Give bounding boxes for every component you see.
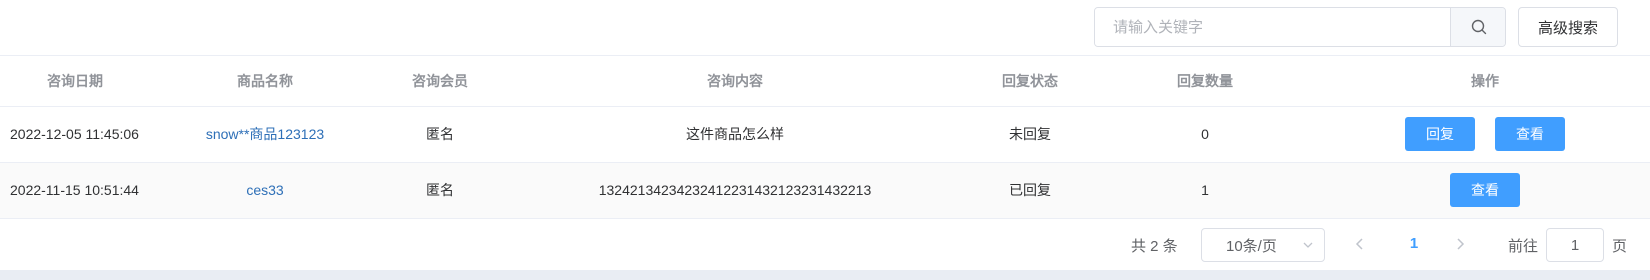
column-header-content: 咨询内容 <box>500 56 970 107</box>
page-number-current[interactable]: 1 <box>1404 235 1424 252</box>
chevron-left-icon[interactable] <box>1354 236 1366 252</box>
table-row: 2022-11-15 10:51:44 ces33 匿名 13242134234… <box>0 162 1650 219</box>
cell-reply-count: 0 <box>1090 106 1320 163</box>
view-button[interactable]: 查看 <box>1494 117 1565 151</box>
column-header-status: 回复状态 <box>970 56 1090 107</box>
cell-product[interactable]: snow**商品123123 <box>150 106 380 163</box>
goto-page-input[interactable] <box>1546 228 1604 262</box>
chevron-right-icon[interactable] <box>1454 236 1466 252</box>
goto-suffix: 页 <box>1612 238 1628 255</box>
column-header-actions: 操作 <box>1320 56 1650 107</box>
product-link[interactable]: snow**商品123123 <box>206 126 324 142</box>
column-header-date: 咨询日期 <box>0 56 150 107</box>
column-header-product: 商品名称 <box>150 56 380 107</box>
cell-product[interactable]: ces33 <box>150 162 380 219</box>
cell-actions: 查看 <box>1320 162 1650 219</box>
pagination: 共 2 条 10条/页 1 前往 页 <box>0 224 1650 266</box>
search-box <box>1094 7 1506 47</box>
search-icon <box>1471 19 1487 35</box>
page-size-select[interactable]: 10条/页 <box>1201 228 1325 262</box>
page-size-value: 10条/页 <box>1226 237 1277 255</box>
product-link[interactable]: ces33 <box>246 182 283 198</box>
column-header-reply-count: 回复数量 <box>1090 56 1320 107</box>
advanced-search-button[interactable]: 高级搜索 <box>1518 7 1618 47</box>
cell-date: 2022-11-15 10:51:44 <box>0 162 150 219</box>
reply-button[interactable]: 回复 <box>1405 117 1476 151</box>
search-button[interactable] <box>1450 8 1505 46</box>
cell-actions: 回复 查看 <box>1320 106 1650 163</box>
chevron-down-icon <box>1303 242 1313 248</box>
pagination-total: 共 2 条 <box>1131 238 1178 255</box>
goto-label: 前往 <box>1508 238 1539 255</box>
consultation-table: 咨询日期 商品名称 咨询会员 咨询内容 回复状态 回复数量 操作 2022-12… <box>0 56 1650 219</box>
search-input[interactable] <box>1095 8 1450 46</box>
cell-status: 已回复 <box>970 162 1090 219</box>
table-row: 2022-12-05 11:45:06 snow**商品123123 匿名 这件… <box>0 106 1650 163</box>
column-header-member: 咨询会员 <box>380 56 500 107</box>
table-header-row: 咨询日期 商品名称 咨询会员 咨询内容 回复状态 回复数量 操作 <box>0 56 1650 107</box>
cell-content: 13242134234232412231432123231432213 <box>500 162 970 219</box>
cell-date: 2022-12-05 11:45:06 <box>0 106 150 163</box>
cell-status: 未回复 <box>970 106 1090 163</box>
toolbar: 高级搜索 <box>0 0 1650 56</box>
view-button[interactable]: 查看 <box>1450 173 1520 207</box>
cell-content: 这件商品怎么样 <box>500 106 970 163</box>
cell-member: 匿名 <box>380 162 500 219</box>
cell-reply-count: 1 <box>1090 162 1320 219</box>
footer-bar <box>0 270 1650 280</box>
cell-member: 匿名 <box>380 106 500 163</box>
